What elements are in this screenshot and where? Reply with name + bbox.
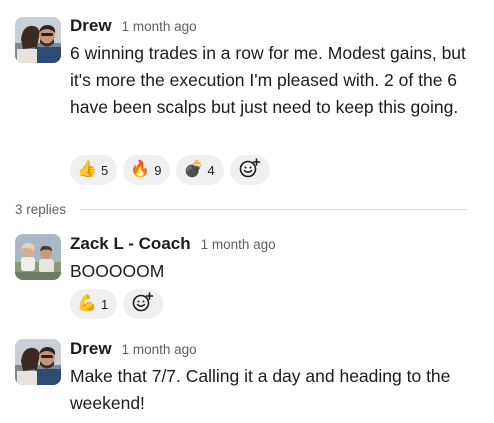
author-name[interactable]: Drew — [70, 339, 112, 359]
divider — [80, 209, 467, 210]
reaction-count: 1 — [101, 296, 109, 312]
timestamp[interactable]: 1 month ago — [201, 237, 276, 252]
fire-icon: 🔥 — [130, 161, 151, 178]
avatar[interactable] — [15, 234, 61, 280]
timestamp[interactable]: 1 month ago — [122, 342, 197, 357]
message-text: Make that 7/7. Calling it a day and head… — [70, 366, 451, 413]
reaction-count: 5 — [101, 162, 109, 178]
author-name[interactable]: Drew — [70, 16, 112, 36]
add-reaction-button[interactable] — [229, 155, 270, 185]
message-text: BOOOOOM — [70, 261, 165, 281]
message-text: 6 winning trades in a row for me. Modest… — [70, 43, 466, 117]
flexed-biceps-icon: 💪 — [77, 295, 97, 312]
avatar[interactable] — [15, 17, 61, 63]
replies-count[interactable]: 3 replies — [15, 202, 66, 217]
reaction-fire[interactable]: 🔥 9 — [123, 155, 171, 185]
reaction-count: 4 — [207, 162, 215, 178]
author-name[interactable]: Zack L - Coach — [70, 234, 191, 254]
timestamp[interactable]: 1 month ago — [122, 19, 197, 34]
reaction-count: 9 — [154, 162, 162, 178]
add-emoji-icon — [239, 157, 261, 183]
thread-replies-divider: 3 replies — [15, 202, 467, 217]
reactions-bar: 💪 1 — [70, 289, 164, 319]
reaction-thumbs-up[interactable]: 👍 5 — [70, 155, 118, 185]
add-reaction-button[interactable] — [123, 289, 164, 319]
bomb-icon: 💣 — [183, 161, 204, 178]
reaction-bomb[interactable]: 💣 4 — [176, 155, 224, 185]
avatar[interactable] — [15, 339, 61, 385]
thumbs-up-icon: 👍 — [77, 161, 97, 178]
reaction-flexed-biceps[interactable]: 💪 1 — [70, 289, 118, 319]
reactions-bar: 👍 5 🔥 9 💣 4 — [70, 155, 270, 185]
add-emoji-icon — [132, 291, 154, 317]
